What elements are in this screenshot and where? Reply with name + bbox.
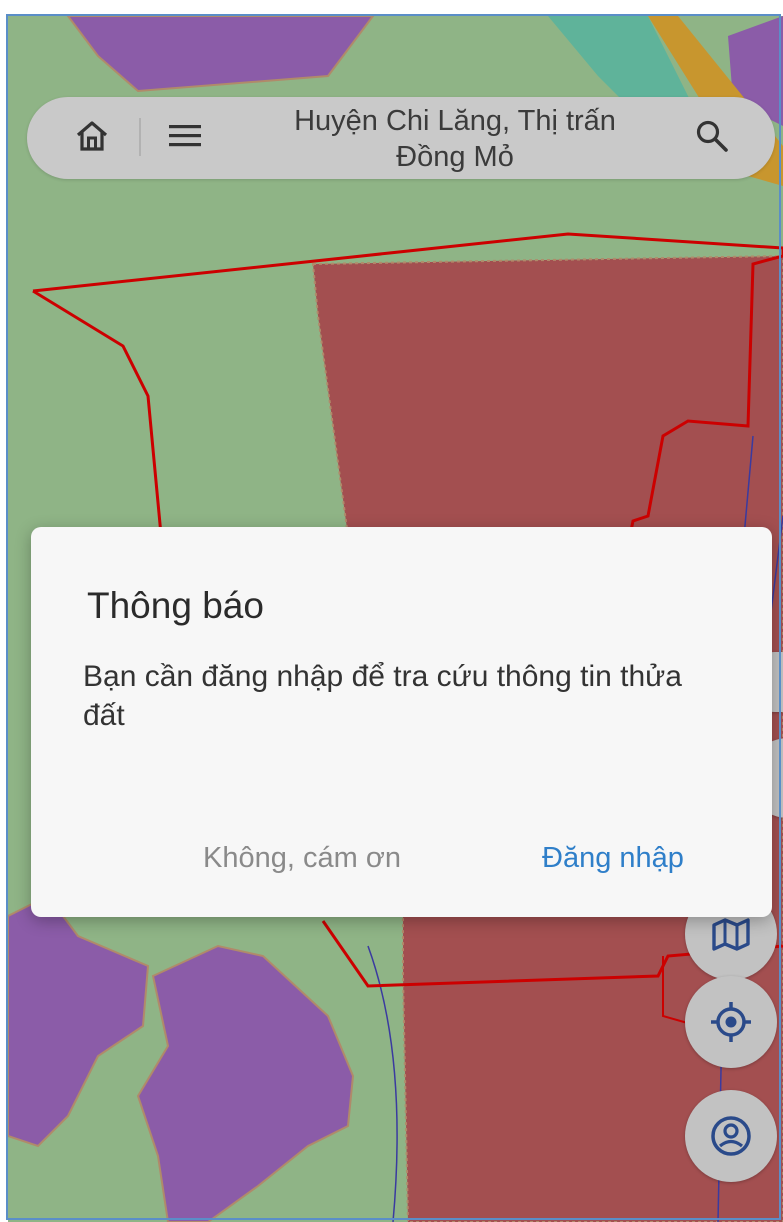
search-icon <box>696 120 728 152</box>
account-icon <box>711 1116 751 1156</box>
map-layers-icon <box>712 918 750 951</box>
cancel-button[interactable]: Không, cám ơn <box>203 840 401 876</box>
toolbar-divider <box>139 118 141 156</box>
login-required-dialog: Thông báo Bạn cần đăng nhập để tra cứu t… <box>31 527 772 917</box>
app-screen: Huyện Chi Lăng, Thị trấn Đồng Mỏ Thông b… <box>0 0 783 1222</box>
menu-icon <box>169 125 201 147</box>
login-button[interactable]: Đăng nhập <box>542 840 684 876</box>
location-line-2: Đồng Mỏ <box>396 141 514 173</box>
my-location-button[interactable] <box>685 976 777 1068</box>
dialog-message: Bạn cần đăng nhập để tra cứu thông tin t… <box>83 660 682 732</box>
dialog-title: Thông báo <box>87 585 264 626</box>
my-location-icon <box>711 1002 751 1042</box>
menu-button[interactable] <box>163 116 207 156</box>
home-icon <box>76 121 108 151</box>
account-button[interactable] <box>685 1090 777 1182</box>
location-title[interactable]: Huyện Chi Lăng, Thị trấn Đồng Mỏ <box>230 103 680 175</box>
location-line-1: Huyện Chi Lăng, Thị trấn <box>294 105 616 137</box>
home-button[interactable] <box>70 114 114 158</box>
search-button[interactable] <box>690 114 734 158</box>
